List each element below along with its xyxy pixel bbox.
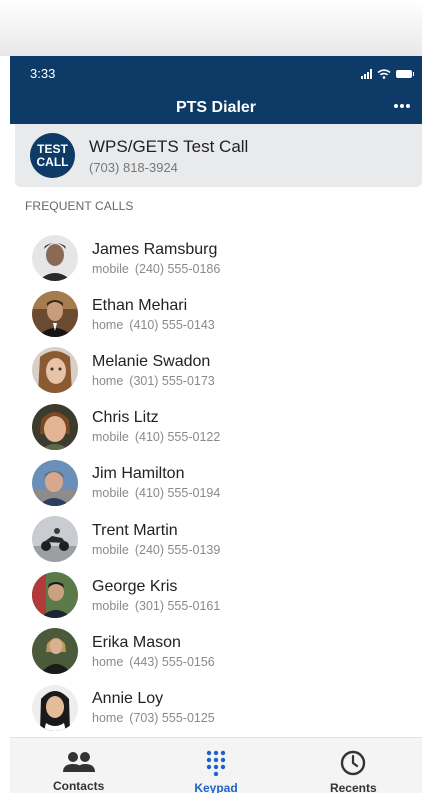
test-call-badge: TEST CALL — [30, 133, 75, 178]
tab-contacts[interactable]: Contacts — [10, 738, 147, 793]
phone-number: (240) 555-0186 — [134, 261, 221, 276]
people-icon — [62, 751, 96, 773]
contact-row[interactable]: Chris Litz mobile (410) 555-0122 — [18, 399, 422, 455]
status-time: 3:33 — [30, 66, 56, 81]
phone-number: (410) 555-0194 — [134, 486, 221, 501]
phone-type: home — [92, 317, 124, 332]
contact-name: Annie Loy — [92, 690, 164, 708]
top-fade-area — [0, 0, 422, 56]
phone-type: mobile — [92, 430, 129, 445]
avatar — [32, 459, 78, 506]
avatar — [32, 572, 78, 619]
tab-recents-label: Recents — [329, 781, 377, 793]
contact-detail: mobile (240) 555-0186 — [92, 262, 220, 276]
avatar — [32, 684, 78, 731]
contact-row[interactable]: Annie Loy home (703) 555-0125 — [18, 680, 422, 736]
avatar — [32, 516, 78, 563]
phone-number: (301) 555-0161 — [134, 598, 221, 613]
phone-type: home — [92, 711, 124, 726]
test-badge-line2: CALL — [36, 154, 69, 169]
contact-detail: home (410) 555-0143 — [92, 318, 215, 332]
contact-name: Jim Hamilton — [92, 465, 185, 483]
status-bar: 3:33 — [10, 56, 422, 91]
more-icon — [394, 104, 398, 108]
contact-name: Erika Mason — [92, 633, 181, 651]
tab-contacts-label: Contacts — [52, 779, 105, 793]
test-call-card[interactable]: TEST CALL WPS/GETS Test Call (703) 818-3… — [15, 124, 422, 187]
phone-type: mobile — [92, 486, 129, 501]
contact-row[interactable]: James Ramsburg mobile (240) 555-0186 — [18, 230, 422, 286]
avatar — [32, 403, 78, 450]
app-bar: PTS Dialer — [10, 91, 422, 124]
status-icons — [361, 68, 414, 79]
contact-row[interactable]: Melanie Swadon home (301) 555-0173 — [18, 342, 422, 398]
contact-name: James Ramsburg — [92, 240, 218, 258]
tab-recents[interactable]: Recents — [285, 738, 422, 793]
avatar — [32, 628, 78, 675]
test-badge-line1: TEST — [37, 141, 68, 156]
keypad-icon — [205, 750, 227, 776]
more-icon-dot — [406, 104, 410, 108]
phone-type: home — [92, 654, 124, 669]
contact-row[interactable]: Trent Martin mobile (240) 555-0139 — [18, 511, 422, 567]
phone-number: (443) 555-0156 — [129, 654, 215, 669]
tab-keypad-label: Keypad — [194, 781, 238, 793]
contact-name: Chris Litz — [92, 409, 159, 427]
battery-icon — [396, 69, 414, 78]
contact-detail: mobile (301) 555-0161 — [92, 599, 220, 613]
phone-number: (410) 555-0143 — [129, 317, 215, 332]
contact-detail: home (301) 555-0173 — [92, 374, 215, 388]
signal-icon — [361, 68, 372, 79]
phone-type: mobile — [92, 598, 129, 613]
contact-name: Trent Martin — [92, 521, 178, 539]
avatar — [32, 291, 78, 338]
wifi-icon — [377, 68, 391, 79]
contact-row[interactable]: Erika Mason home (443) 555-0156 — [18, 623, 422, 679]
test-call-number: (703) 818-3924 — [89, 159, 178, 175]
clock-icon — [340, 750, 366, 776]
contact-name: George Kris — [92, 577, 178, 595]
contact-detail: mobile (410) 555-0122 — [92, 430, 220, 444]
tab-keypad[interactable]: Keypad — [147, 738, 284, 793]
contact-row[interactable]: George Kris mobile (301) 555-0161 — [18, 567, 422, 623]
bottom-tab-bar: Contacts Keypad Recents — [10, 737, 422, 793]
test-call-title: WPS/GETS Test Call — [89, 136, 249, 156]
contact-detail: mobile (410) 555-0194 — [92, 486, 220, 500]
avatar — [32, 347, 78, 394]
contact-row[interactable]: Ethan Mehari home (410) 555-0143 — [18, 286, 422, 342]
phone-number: (240) 555-0139 — [134, 542, 221, 557]
phone-number: (410) 555-0122 — [134, 430, 221, 445]
phone-number: (301) 555-0173 — [129, 373, 215, 388]
contact-name: Melanie Swadon — [92, 352, 211, 370]
contact-name: Ethan Mehari — [92, 296, 188, 314]
avatar — [32, 235, 78, 282]
contact-row[interactable]: Jim Hamilton mobile (410) 555-0194 — [18, 455, 422, 511]
contact-detail: home (703) 555-0125 — [92, 711, 215, 725]
phone-number: (703) 555-0125 — [129, 711, 215, 726]
contact-detail: mobile (240) 555-0139 — [92, 543, 220, 557]
phone-type: mobile — [92, 542, 129, 557]
more-icon-dot — [400, 104, 404, 108]
more-options-button[interactable] — [390, 96, 414, 116]
frequent-calls-list: James Ramsburg mobile (240) 555-0186 Etha… — [18, 230, 422, 736]
phone-type: home — [92, 373, 124, 388]
phone-type: mobile — [92, 261, 129, 276]
frequent-calls-label: FREQUENT CALLS — [25, 199, 134, 213]
contact-detail: home (443) 555-0156 — [92, 655, 215, 669]
app-title: PTS Dialer — [175, 98, 257, 116]
